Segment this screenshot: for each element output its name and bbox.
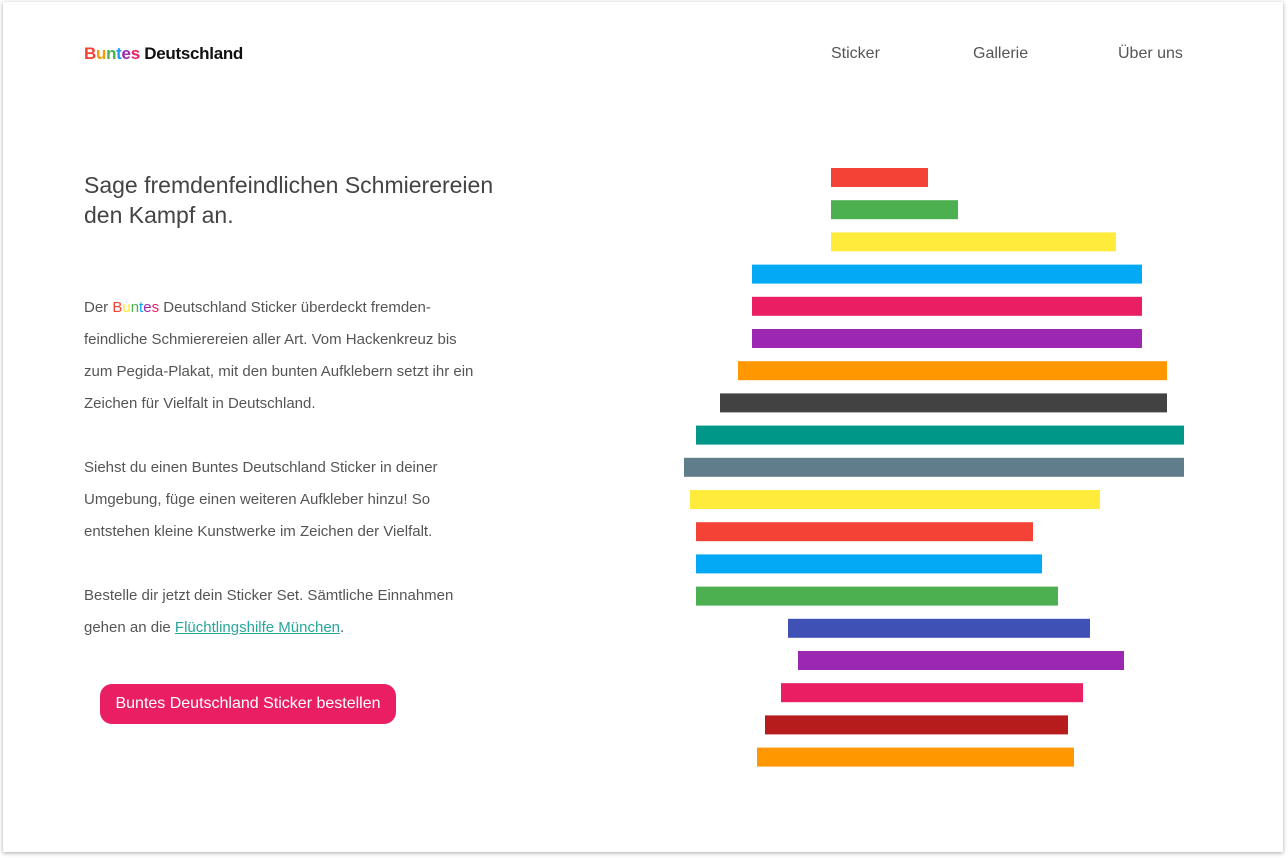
sticker-stripe xyxy=(752,329,1142,348)
sticker-stripe xyxy=(696,554,1042,574)
sticker-stripe xyxy=(696,586,1058,606)
sticker-stripe xyxy=(798,651,1124,670)
sticker-stripe xyxy=(765,715,1068,735)
sticker-stripe xyxy=(781,683,1083,703)
browser-page: Buntes Deutschland Sticker Gallerie Über… xyxy=(3,2,1283,852)
sticker-stripe xyxy=(696,425,1184,445)
sticker-stripe xyxy=(752,296,1142,316)
sticker-stripe xyxy=(690,490,1100,509)
sticker-stripe xyxy=(788,618,1090,638)
germany-stripes-illustration xyxy=(684,168,1184,767)
sticker-stripe xyxy=(684,457,1184,477)
sticker-stripe xyxy=(752,264,1142,284)
sticker-stripe xyxy=(720,393,1167,413)
sticker-stripe xyxy=(831,200,958,220)
sticker-stripe xyxy=(757,747,1074,767)
sticker-stripe xyxy=(696,522,1033,542)
sticker-stripe xyxy=(831,232,1116,252)
sticker-stripe xyxy=(738,361,1167,381)
sticker-stripe xyxy=(831,168,928,187)
